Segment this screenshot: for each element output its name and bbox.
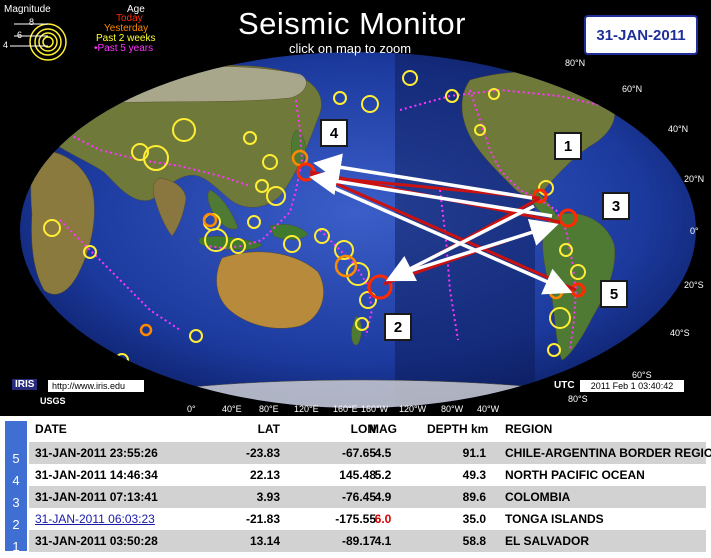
cell-depth: 35.0 [462, 512, 486, 526]
header-mag: MAG [369, 422, 397, 436]
lon-label-0: 0° [187, 404, 196, 414]
lat-label-60s: 60°S [632, 370, 652, 380]
utc-label: UTC [554, 380, 575, 391]
cell-mag: 5.2 [374, 468, 392, 482]
callout-3: 3 [602, 192, 630, 220]
rank-number: 2 [12, 517, 20, 532]
magnitude-legend-title: Magnitude [4, 4, 51, 15]
lon-label-80w: 80°W [441, 404, 464, 414]
lon-label-160w: 160°W [361, 404, 389, 414]
cell-depth: 49.3 [462, 468, 486, 482]
cell-depth: 89.6 [462, 490, 486, 504]
date-badge: 31-JAN-2011 [584, 15, 698, 55]
cell-date: 31-JAN-2011 14:46:34 [35, 468, 158, 482]
cell-region: NORTH PACIFIC OCEAN [505, 468, 645, 482]
table-row: 31-JAN-2011 23:55:26 -23.83 -67.65 4.5 91.1 C… [29, 442, 711, 464]
lon-label-160e: 160°E [333, 404, 358, 414]
cell-lat: -23.83 [245, 446, 280, 460]
table-row: 31-JAN-2011 06:03:23 -21.83 -175.55 6.0 35.0… [29, 508, 706, 530]
cell-region: CHILE-ARGENTINA BORDER REGION [505, 446, 711, 460]
legend-scale-6: 6 [17, 30, 23, 40]
header-lat: LAT [257, 422, 280, 436]
usgs-logo[interactable]: USGS [40, 396, 66, 406]
callout-1: 1 [554, 132, 582, 160]
lat-label-20n: 20°N [684, 174, 705, 184]
cell-lat: -21.83 [245, 512, 280, 526]
table-row: 31-JAN-2011 07:13:41 3.93 -76.45 4.9 89.6 COL… [29, 486, 706, 508]
lon-label-40e: 40°E [222, 404, 242, 414]
cell-mag: 4.5 [374, 446, 392, 460]
cell-lat: 3.93 [256, 490, 280, 504]
callout-4: 4 [320, 119, 348, 147]
cell-region: COLOMBIA [505, 490, 571, 504]
cell-lat: 13.14 [249, 534, 280, 548]
event-link[interactable]: 31-JAN-2011 06:03:23 [35, 508, 155, 530]
cell-mag: 4.1 [374, 534, 392, 548]
lat-label-0: 0° [690, 226, 699, 236]
rank-number: 1 [12, 539, 20, 554]
rank-number: 3 [12, 495, 20, 510]
callout-5: 5 [600, 280, 628, 308]
page-title: Seismic Monitor [238, 6, 466, 41]
seismic-map[interactable]: Magnitude Age 8 6 4 Today Yesterday Past 2… [0, 0, 711, 416]
rank-strip: 5 4 3 2 1 [5, 421, 27, 554]
cell-date: 31-JAN-2011 03:50:28 [35, 534, 158, 548]
cell-mag: 4.9 [374, 490, 392, 504]
table-row: 31-JAN-2011 03:50:28 13.14 -89.17 4.1 58.8 EL… [29, 530, 706, 552]
lon-label-120w: 120°W [399, 404, 427, 414]
lon-label-40w: 40°W [477, 404, 500, 414]
iris-url-link[interactable]: http://www.iris.edu [48, 380, 144, 392]
utc-time: 2011 Feb 1 03:40:42 [580, 380, 684, 392]
cell-depth: 91.1 [462, 446, 486, 460]
legend-scale-4: 4 [3, 40, 9, 50]
table-header: DATE LAT LON MAG DEPTH km REGION [29, 418, 706, 440]
earthquake-table: 5 4 3 2 1 DATE LAT LON MAG DEPTH km REGION 3… [0, 416, 711, 558]
age-legend-item: •Past 5 years [94, 43, 154, 54]
lon-label-80e: 80°E [259, 404, 279, 414]
page-subtitle: click on map to zoom [289, 41, 412, 56]
lat-label-80n: 80°N [565, 58, 586, 68]
cell-lat: 22.13 [249, 468, 280, 482]
cell-date: 31-JAN-2011 23:55:26 [35, 446, 158, 460]
cell-date: 31-JAN-2011 07:13:41 [35, 490, 158, 504]
cell-region: EL SALVADOR [505, 534, 590, 548]
rank-number: 4 [12, 473, 20, 488]
cell-mag: 6.0 [374, 512, 392, 526]
cell-depth: 58.8 [462, 534, 486, 548]
header-date: DATE [35, 422, 67, 436]
iris-logo[interactable]: IRIS [12, 379, 38, 390]
lat-label-20s: 20°S [684, 280, 704, 290]
lon-label-120e: 120°E [294, 404, 319, 414]
header-depth: DEPTH km [427, 422, 489, 436]
lat-label-40n: 40°N [668, 124, 689, 134]
callout-2: 2 [384, 313, 412, 341]
lat-label-40s: 40°S [670, 328, 690, 338]
table-row: 31-JAN-2011 14:46:34 22.13 145.48 5.2 49.3 NO… [29, 464, 706, 486]
rank-number: 5 [12, 451, 20, 466]
legend-scale-8: 8 [29, 17, 35, 27]
lat-label-80s: 80°S [568, 394, 588, 404]
header-region: REGION [505, 422, 553, 436]
lat-label-60n: 60°N [622, 84, 643, 94]
cell-region: TONGA ISLANDS [505, 512, 604, 526]
